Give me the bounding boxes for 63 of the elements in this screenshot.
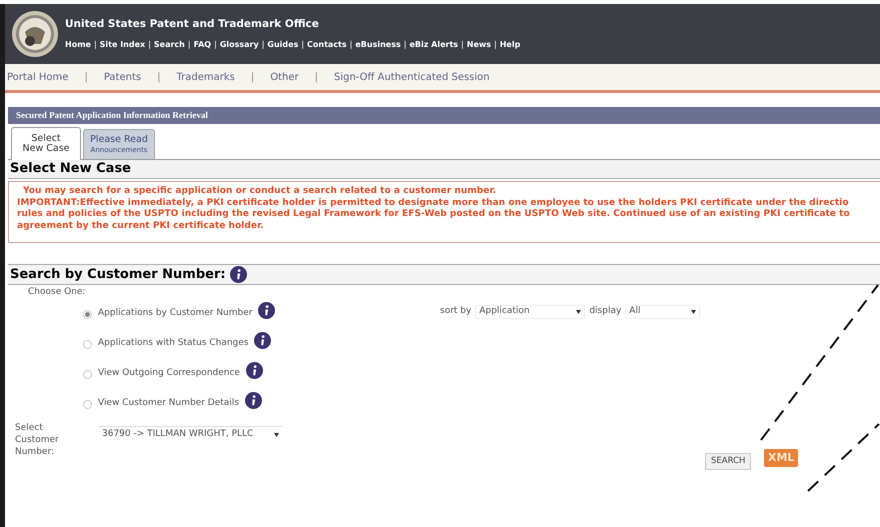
nav-link[interactable]: Patents [104, 70, 142, 84]
radio-button[interactable] [83, 340, 92, 348]
caret-icon [691, 310, 696, 314]
header-link[interactable]: eBiz Alerts [409, 39, 458, 52]
separator: | [494, 39, 497, 52]
sort-dropdown[interactable]: Application [475, 305, 586, 319]
section-header: Select New Case [8, 160, 880, 179]
nav-link[interactable]: Sign-Off Authenticated Session [334, 70, 490, 84]
display-dropdown[interactable]: All [625, 305, 700, 319]
option-label: View Customer Number Details [98, 397, 240, 410]
header-link[interactable]: Help [500, 39, 520, 52]
header-link[interactable]: News [466, 39, 492, 52]
notice-text: IMPORTANT:Effective immediately, a PKI certificate holder is permitted to designate more than one employee to use the holders PKI certificate under the directio [17, 198, 849, 209]
display-label: display [589, 305, 622, 318]
separator: | [262, 39, 264, 52]
separator: | [250, 70, 254, 84]
separator: | [314, 70, 318, 84]
panel-title-bar: Secured Patent Application Information Retrieval [8, 107, 880, 124]
notice-text: agreement by the current PKI certificate holder. [17, 220, 264, 232]
nav-link[interactable]: Other [270, 70, 299, 84]
seal-icon [11, 10, 59, 58]
separator: | [461, 39, 464, 52]
notice-text: rules and policies of the USPTO including the revised Legal Framework for EFS-Web posted on the USPTO Web site. Continued use of an existing PKI certificate to [17, 209, 850, 220]
sort-label: sort by [440, 305, 472, 318]
separator: | [84, 70, 88, 84]
separator: | [404, 39, 406, 52]
header-link[interactable]: Home [65, 39, 91, 52]
header-link[interactable]: eBusiness [355, 39, 401, 52]
radio-button[interactable] [83, 370, 92, 378]
choose-label: Choose One: [28, 286, 86, 299]
info-icon [254, 332, 272, 348]
header-link[interactable]: Search [154, 39, 185, 52]
caret-icon [576, 310, 582, 314]
header-link[interactable]: Guides [267, 39, 298, 52]
radio-button[interactable] [83, 400, 92, 408]
radio-button[interactable] [83, 310, 92, 318]
option-label: View Outgoing Correspondence [98, 367, 240, 380]
customer-dropdown[interactable]: 36790 -> TILLMAN WRIGHT, PLLC [98, 426, 283, 442]
section-header: Search by Customer Number: [10, 266, 226, 284]
separator: | [350, 39, 352, 52]
separator: | [188, 39, 191, 52]
separator: | [214, 39, 217, 52]
option-label: Applications by Customer Number [98, 307, 252, 320]
nav-link[interactable]: Trademarks [176, 70, 235, 84]
customer-label: Select Customer Number: [15, 422, 60, 458]
header-link[interactable]: FAQ [194, 39, 212, 52]
notice-text: You may search for a specific application or conduct a search related to a customer number. [22, 186, 496, 198]
tab[interactable]: Select New Case [11, 127, 81, 160]
header-link[interactable]: Contacts [307, 39, 347, 52]
separator: | [94, 39, 97, 52]
nav-link[interactable]: Portal Home [7, 70, 68, 84]
option-label: Applications with Status Changes [98, 337, 248, 350]
site-title: United States Patent and Trademark Office [65, 16, 320, 32]
header-link[interactable]: Site Index [100, 39, 146, 52]
search-button[interactable]: SEARCH [705, 453, 752, 470]
separator: | [148, 39, 151, 52]
info-icon [246, 362, 263, 378]
info-icon [245, 392, 262, 408]
header-link[interactable]: Glossary [220, 39, 259, 52]
separator: | [157, 70, 160, 84]
info-icon [258, 302, 276, 318]
separator: | [301, 39, 304, 52]
caret-icon [274, 432, 279, 436]
